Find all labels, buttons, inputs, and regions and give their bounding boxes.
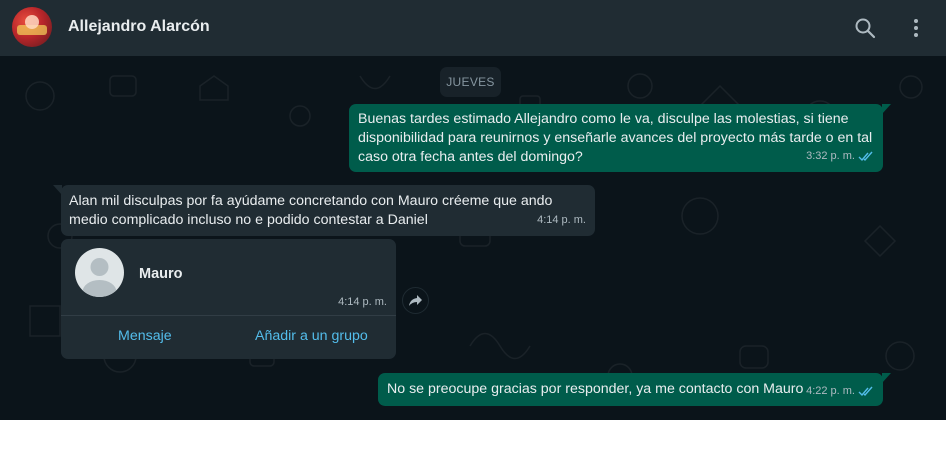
- chat-window: Allejandro Alarcón JUEVES Buenas tardes …: [0, 0, 946, 420]
- contact-avatar[interactable]: [12, 7, 52, 47]
- shared-contact-name: Mauro: [139, 266, 183, 282]
- double-check-read-icon: [858, 386, 873, 397]
- message-text: No se preocupe gracias por responder, ya…: [387, 381, 804, 397]
- date-separator: JUEVES: [440, 67, 501, 97]
- shared-contact-card[interactable]: Mauro 4:14 p. m. Mensaje Añadir a un gru…: [61, 239, 396, 359]
- bubble-tail: [882, 104, 891, 114]
- message-meta: 4:22 p. m.: [806, 382, 874, 401]
- double-check-read-icon: [858, 151, 873, 162]
- message-meta: 4:14 p. m.: [537, 211, 586, 230]
- add-to-group-button[interactable]: Añadir a un grupo: [255, 328, 368, 344]
- message-text: Buenas tardes estimado Allejandro como l…: [358, 111, 873, 165]
- bubble-tail: [882, 373, 891, 383]
- chat-header: Allejandro Alarcón: [0, 0, 946, 56]
- message-time: 3:32 p. m.: [806, 150, 855, 162]
- forward-icon[interactable]: [402, 287, 429, 314]
- outgoing-message[interactable]: Buenas tardes estimado Allejandro como l…: [349, 104, 891, 172]
- message-meta: 3:32 p. m.: [806, 147, 874, 166]
- incoming-message[interactable]: Alan mil disculpas por fa ayúdame concre…: [53, 185, 595, 236]
- message-text: Alan mil disculpas por fa ayúdame concre…: [69, 193, 553, 228]
- contact-default-avatar-icon: [75, 248, 124, 297]
- message-contact-button[interactable]: Mensaje: [118, 328, 172, 344]
- card-divider: [61, 315, 396, 316]
- outgoing-message[interactable]: No se preocupe gracias por responder, ya…: [378, 373, 891, 406]
- message-time: 4:14 p. m.: [338, 296, 387, 308]
- contact-name[interactable]: Allejandro Alarcón: [68, 18, 210, 36]
- message-time: 4:22 p. m.: [806, 385, 855, 397]
- more-vertical-icon[interactable]: [904, 16, 928, 40]
- search-icon[interactable]: [853, 16, 877, 40]
- message-time: 4:14 p. m.: [537, 214, 586, 226]
- bubble-tail: [53, 185, 62, 195]
